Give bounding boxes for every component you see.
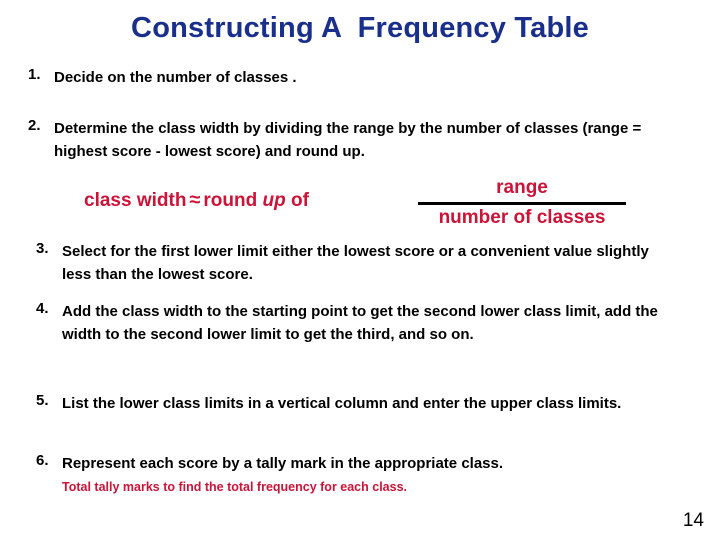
class-width-formula: class width ≈ round up of range number of … <box>0 176 720 232</box>
list-item-number: 5. <box>36 392 49 409</box>
formula-fraction: range number of classes <box>418 176 626 230</box>
list-item-text: Decide on the number of classes . <box>54 69 297 86</box>
list-item: 2. Determine the class width by dividing… <box>0 117 720 163</box>
approximately-equal-icon: ≈ <box>189 189 201 211</box>
slide-canvas: Constructing A Frequency Table 1. Decide… <box>0 0 720 540</box>
page-number: 14 <box>682 510 704 531</box>
fraction-bar <box>418 202 626 205</box>
list-item: 6. Represent each score by a tally mark … <box>8 452 720 495</box>
list-item-text: List the lower class limits in a vertica… <box>62 395 622 412</box>
page-title: Constructing A Frequency Table <box>131 12 589 44</box>
list-item-subnote: Total tally marks to find the total freq… <box>62 480 407 494</box>
list-item-number: 1. <box>28 66 41 83</box>
formula-lhs-label: class width <box>84 190 187 211</box>
fraction-numerator: range <box>496 177 548 198</box>
list-item-text: Add the class width to the starting poin… <box>62 303 658 343</box>
list-item-number: 2. <box>28 117 41 134</box>
fraction-denominator: number of classes <box>438 207 606 228</box>
formula-of-word: of <box>291 190 309 211</box>
list-item: 5. List the lower class limits in a vert… <box>8 392 720 415</box>
list-item-text: Determine the class width by dividing th… <box>54 120 642 160</box>
list-item: 1. Decide on the number of classes . <box>0 66 720 89</box>
list-item-text: Represent each score by a tally mark in … <box>62 452 672 495</box>
formula-round-word: round <box>203 190 258 211</box>
formula-left-side: class width ≈ round up of <box>84 189 309 212</box>
list-item: 3. Select for the first lower limit eith… <box>8 240 720 286</box>
formula-up-word: up <box>262 190 286 211</box>
list-item-text: Select for the first lower limit either … <box>62 243 649 283</box>
list-item-number: 3. <box>36 240 49 257</box>
list-item: 4. Add the class width to the starting p… <box>8 300 720 346</box>
list-item-number: 4. <box>36 300 49 317</box>
list-item-main-text: Represent each score by a tally mark in … <box>62 455 504 472</box>
list-item-number: 6. <box>36 452 49 469</box>
